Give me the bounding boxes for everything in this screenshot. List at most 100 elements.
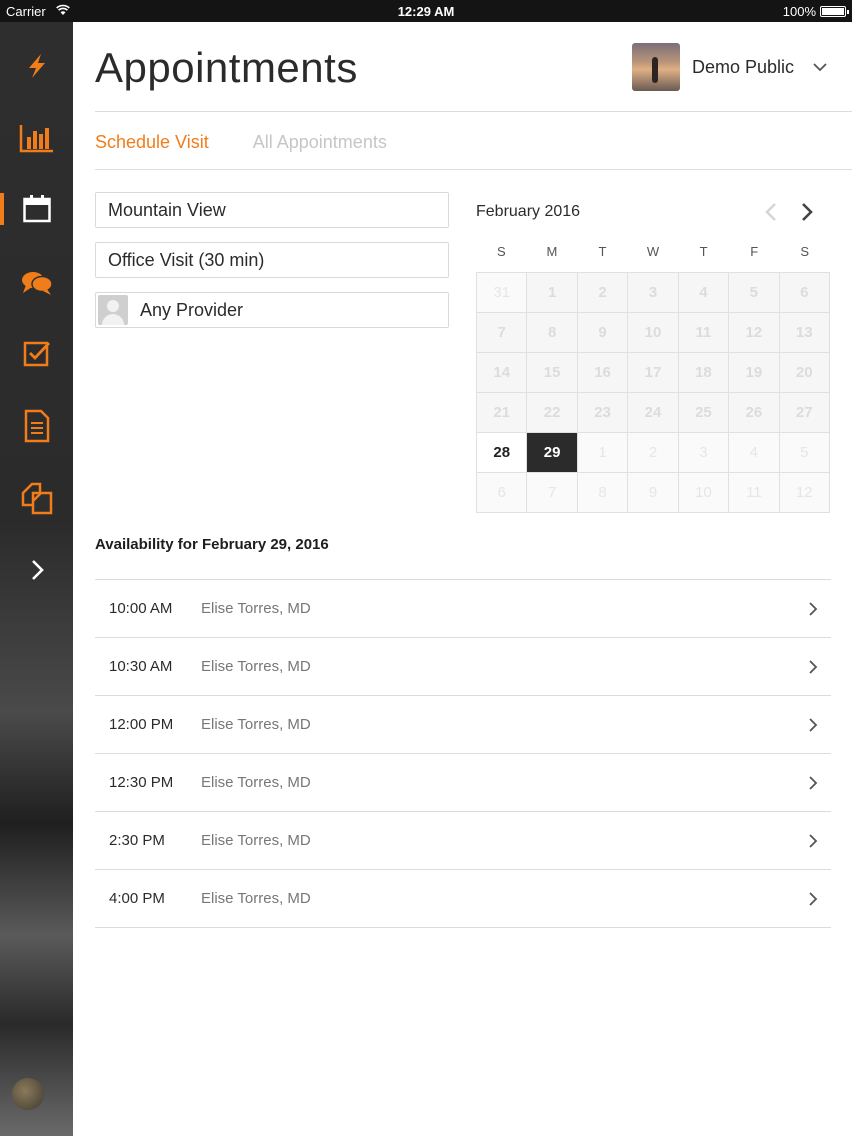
calendar-day: 5 (729, 273, 780, 313)
chevron-right-icon (809, 892, 818, 906)
availability-slot[interactable]: 2:30 PM Elise Torres, MD (95, 812, 831, 870)
slot-time: 10:00 AM (109, 600, 173, 617)
calendar-day: 19 (729, 353, 780, 393)
sidebar (0, 22, 73, 1136)
calendar-day: 7 (527, 473, 578, 513)
slot-provider: Elise Torres, MD (201, 600, 311, 617)
chevron-right-icon (31, 560, 44, 580)
header-divider (95, 111, 852, 112)
sidebar-item-appointments[interactable] (0, 179, 73, 239)
calendar-day: 9 (577, 313, 629, 353)
slot-time: 2:30 PM (109, 832, 165, 849)
calendar-day: 3 (678, 433, 730, 473)
chevron-right-icon (809, 834, 818, 848)
availability-slot[interactable]: 4:00 PM Elise Torres, MD (95, 870, 831, 928)
calendar-day: 31 (477, 273, 528, 313)
availability-title: Availability for February 29, 2016 (95, 536, 329, 553)
weekday-label: W (646, 244, 660, 259)
calendar-day[interactable]: 29 (527, 433, 578, 473)
visit-type-value: Office Visit (30 min) (108, 249, 265, 270)
calendar-weekday-header: SMTWTFS (476, 244, 830, 259)
weekday-label: S (800, 244, 810, 259)
calendar-day: 6 (779, 273, 830, 313)
calendar-grid: 31 1 2 3 4 5 6 7 8 9 10 11 12 13 14 15 16 17 18 19 20 21 22 23 2… (476, 272, 830, 513)
sidebar-item-messages[interactable] (0, 253, 73, 313)
user-menu[interactable]: Demo Public (631, 42, 828, 92)
location-select[interactable]: Mountain View (95, 192, 449, 228)
chevron-down-icon (813, 63, 827, 72)
calendar-next-icon[interactable] (797, 200, 817, 224)
sidebar-avatar[interactable] (12, 1078, 44, 1110)
availability-slot[interactable]: 12:00 PM Elise Torres, MD (95, 696, 831, 754)
slot-provider: Elise Torres, MD (201, 890, 311, 907)
calendar-day: 1 (577, 433, 629, 473)
calendar-day: 16 (577, 353, 629, 393)
calendar-icon (22, 195, 51, 223)
calendar-day: 17 (628, 353, 679, 393)
weekday-label: S (496, 244, 506, 259)
calendar-day: 25 (678, 393, 730, 433)
sidebar-item-records[interactable] (0, 468, 73, 528)
copy-icon (21, 482, 52, 515)
chevron-right-icon (809, 660, 818, 674)
sidebar-item-dashboard[interactable] (0, 108, 73, 168)
calendar-day: 22 (527, 393, 578, 433)
sidebar-item-logo[interactable] (0, 36, 73, 96)
availability-list: 10:00 AM Elise Torres, MD 10:30 AM Elise To… (95, 579, 831, 928)
calendar-day: 14 (477, 353, 528, 393)
calendar-day: 11 (729, 473, 780, 513)
calendar-day: 4 (678, 273, 730, 313)
checkbox-icon (23, 341, 50, 367)
sidebar-item-expand[interactable] (0, 540, 73, 600)
availability-slot[interactable]: 10:00 AM Elise Torres, MD (95, 580, 831, 638)
tab-schedule-visit[interactable]: Schedule Visit (95, 132, 209, 153)
provider-select[interactable]: Any Provider (95, 292, 449, 328)
tabs-divider (95, 169, 852, 170)
calendar-day: 13 (779, 313, 830, 353)
provider-avatar-icon (98, 295, 128, 325)
availability-slot[interactable]: 12:30 PM Elise Torres, MD (95, 754, 831, 812)
main-content: Appointments Demo Public Schedule Visit … (73, 22, 852, 1136)
sidebar-item-tasks[interactable] (0, 324, 73, 384)
slot-provider: Elise Torres, MD (201, 658, 311, 675)
tab-all-appointments[interactable]: All Appointments (253, 132, 387, 153)
calendar-day: 20 (779, 353, 830, 393)
calendar-day: 8 (527, 313, 578, 353)
calendar-day: 12 (729, 313, 780, 353)
chevron-right-icon (809, 602, 818, 616)
calendar-day: 12 (779, 473, 830, 513)
user-name: Demo Public (691, 56, 794, 77)
availability-slot[interactable]: 10:30 AM Elise Torres, MD (95, 638, 831, 696)
slot-provider: Elise Torres, MD (201, 832, 311, 849)
calendar-day: 21 (477, 393, 528, 433)
slot-provider: Elise Torres, MD (201, 774, 311, 791)
calendar-day: 10 (678, 473, 730, 513)
battery-icon (820, 6, 849, 17)
calendar-day: 10 (628, 313, 679, 353)
calendar-day: 27 (779, 393, 830, 433)
chevron-right-icon (809, 718, 818, 732)
tab-bar: Schedule Visit All Appointments (95, 132, 431, 153)
slot-time: 12:00 PM (109, 716, 174, 733)
calendar-day: 18 (678, 353, 730, 393)
clock: 12:29 AM (397, 4, 455, 19)
location-value: Mountain View (108, 199, 226, 220)
slot-time: 12:30 PM (109, 774, 174, 791)
sidebar-item-documents[interactable] (0, 396, 73, 456)
weekday-label: M (546, 244, 558, 259)
calendar-day: 2 (577, 273, 629, 313)
battery-percent: 100% (782, 4, 816, 19)
chevron-right-icon (809, 776, 818, 790)
calendar-month-label: February 2016 (476, 203, 581, 220)
calendar-day: 8 (577, 473, 629, 513)
calendar-day: 7 (477, 313, 528, 353)
document-icon (24, 409, 49, 443)
calendar-prev-icon[interactable] (761, 200, 781, 224)
calendar-day: 5 (779, 433, 830, 473)
bar-chart-icon (19, 125, 53, 153)
slot-time: 4:00 PM (109, 890, 165, 907)
calendar-day: 23 (577, 393, 629, 433)
slot-provider: Elise Torres, MD (201, 716, 311, 733)
calendar-day[interactable]: 28 (477, 433, 528, 473)
visit-type-select[interactable]: Office Visit (30 min) (95, 242, 449, 278)
